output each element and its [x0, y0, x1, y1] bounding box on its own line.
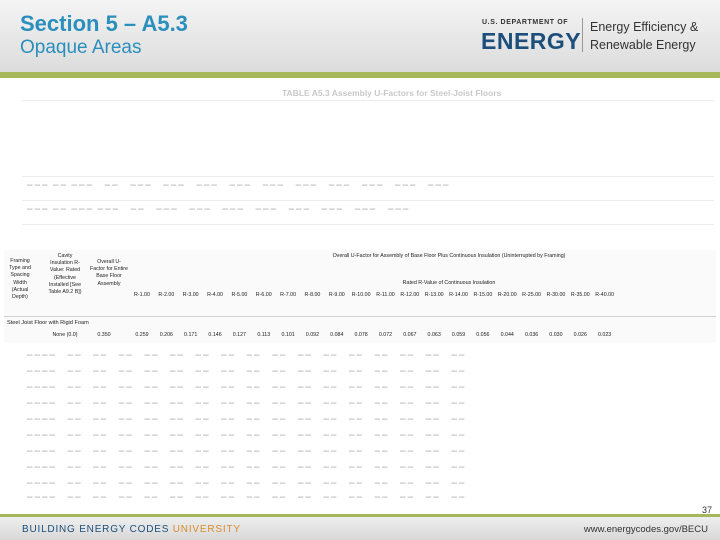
- row-value: 0.078: [354, 332, 368, 338]
- ghost-row: ▬▬▬▬ ▬▬ ▬▬ ▬▬ ▬▬ ▬▬ ▬▬ ▬▬ ▬▬ ▬▬ ▬▬ ▬▬ ▬▬…: [27, 432, 467, 438]
- u-factor-table: Framing Type and Spacing Width (Actual D…: [4, 250, 716, 343]
- footer-name-part1: BUILDING ENERGY CODES: [22, 524, 173, 535]
- col-header-r-value: R-13.00: [424, 292, 444, 298]
- row-value: 0.092: [305, 332, 320, 338]
- row-value: 0.146: [208, 332, 222, 338]
- ghost-row: ▬▬▬▬ ▬▬ ▬▬ ▬▬ ▬▬ ▬▬ ▬▬ ▬▬ ▬▬ ▬▬ ▬▬ ▬▬ ▬▬…: [27, 480, 467, 486]
- col-header-r-value: R-10.00: [351, 292, 371, 298]
- header-rule: [0, 72, 720, 78]
- footer-name-part2: UNIVERSITY: [172, 524, 241, 535]
- row-value: 0.044: [500, 332, 514, 338]
- table-row: None (0.0) 0.350 0.259 0.206 0.171 0.146 0.1…: [4, 331, 716, 340]
- col-header-r-value: R-9.00: [328, 292, 345, 298]
- row-value: 0.101: [281, 332, 295, 338]
- col-header-r-value: R-2.00: [158, 292, 175, 298]
- col-header-r-value: R-3.00: [182, 292, 199, 298]
- ghost-line: [22, 176, 714, 177]
- section-label: Steel Joist Floor with Rigid Foam: [7, 320, 89, 326]
- ghost-row: ▬▬▬▬ ▬▬ ▬▬ ▬▬ ▬▬ ▬▬ ▬▬ ▬▬ ▬▬ ▬▬ ▬▬ ▬▬ ▬▬…: [27, 494, 467, 500]
- ghost-line: [22, 224, 714, 225]
- ghost-row: ▬▬▬▬ ▬▬ ▬▬ ▬▬ ▬▬ ▬▬ ▬▬ ▬▬ ▬▬ ▬▬ ▬▬ ▬▬ ▬▬…: [27, 464, 467, 470]
- col-header-r-value: R-25.00: [522, 292, 542, 298]
- header-continuous-insulation: Overall U-Factor for Assembly of Base Fl…: [332, 253, 566, 259]
- row-value: 0.113: [257, 332, 271, 338]
- row-value: 0.084: [330, 332, 344, 338]
- ghost-row: ▬▬▬▬ ▬▬ ▬▬ ▬▬ ▬▬ ▬▬ ▬▬ ▬▬ ▬▬ ▬▬ ▬▬ ▬▬ ▬▬…: [27, 384, 467, 390]
- col-header-r-value: R-35.00: [570, 292, 590, 298]
- row-value: 0.036: [524, 332, 539, 338]
- col-header-r-value: R-14.00: [449, 292, 468, 298]
- col-header-r-value: R-8.00: [304, 292, 321, 298]
- header-rated-r-value: Rated R-Value of Continuous Insulation: [402, 280, 496, 286]
- col-header-r-value: R-4.00: [207, 292, 223, 298]
- col-header-r-value: R-11.00: [376, 292, 395, 298]
- col-header-r-value: R-20.00: [497, 292, 517, 298]
- ghost-row: ▬▬▬▬ ▬▬ ▬▬ ▬▬ ▬▬ ▬▬ ▬▬ ▬▬ ▬▬ ▬▬ ▬▬ ▬▬ ▬▬…: [27, 368, 467, 374]
- col-header-framing: Framing Type and Spacing Width (Actual D…: [9, 258, 31, 301]
- row-value: 0.259: [135, 332, 149, 338]
- logo-divider: [582, 18, 583, 52]
- col-header-r-value: R-1.00: [134, 292, 150, 298]
- eere-line2: Renewable Energy: [590, 38, 696, 52]
- row-value: 0.067: [403, 332, 417, 338]
- col-header-cavity: Cavity Insulation R-Value: Rated (Effect…: [48, 253, 82, 296]
- ghost-row: ▬▬▬ ▬▬ ▬▬▬ ▬▬▬ ▬▬ ▬▬▬ ▬▬▬ ▬▬▬ ▬▬▬ ▬▬▬ ▬▬…: [27, 206, 411, 212]
- col-header-r-value: R-12.00: [400, 292, 420, 298]
- row-value: 0.030: [549, 332, 563, 338]
- row-value: 0.072: [378, 332, 393, 338]
- footer-url: www.energycodes.gov/BECU: [583, 524, 708, 535]
- eere-line1: Energy Efficiency &: [590, 20, 699, 34]
- slide-subtitle: Opaque Areas: [20, 37, 142, 58]
- ghost-row: ▬▬▬▬ ▬▬ ▬▬ ▬▬ ▬▬ ▬▬ ▬▬ ▬▬ ▬▬ ▬▬ ▬▬ ▬▬ ▬▬…: [27, 416, 467, 422]
- ghost-row: ▬▬▬▬ ▬▬ ▬▬ ▬▬ ▬▬ ▬▬ ▬▬ ▬▬ ▬▬ ▬▬ ▬▬ ▬▬ ▬▬…: [27, 400, 467, 406]
- row-value: 0.059: [451, 332, 466, 338]
- faded-table-title: TABLE A5.3 Assembly U-Factors for Steel-…: [282, 88, 502, 98]
- row-value: 0.026: [573, 332, 587, 338]
- col-header-r-value: R-15.00: [473, 292, 493, 298]
- row-value: 0.171: [184, 332, 198, 338]
- doe-logo: U.S. DEPARTMENT OF ENERGY Energy Efficie…: [476, 14, 706, 56]
- row-value: 0.063: [427, 332, 441, 338]
- col-header-r-value: R-40.00: [595, 292, 615, 298]
- row-value: 0.127: [232, 332, 247, 338]
- col-header-r-value: R-7.00: [280, 292, 297, 298]
- row-value: 0.056: [476, 332, 490, 338]
- slide-header: Section 5 – A5.3 Opaque Areas U.S. DEPAR…: [0, 0, 720, 72]
- col-header-r-value: R-30.00: [546, 292, 566, 298]
- doe-energy-text: ENERGY: [481, 28, 582, 54]
- row-value: 0.023: [598, 332, 612, 338]
- ghost-row: ▬▬▬▬ ▬▬ ▬▬ ▬▬ ▬▬ ▬▬ ▬▬ ▬▬ ▬▬ ▬▬ ▬▬ ▬▬ ▬▬…: [27, 352, 467, 358]
- row-cavity: None (0.0): [52, 332, 78, 338]
- ghost-line: [22, 200, 714, 201]
- ghost-line: [22, 100, 714, 101]
- footer-program-name: BUILDING ENERGY CODES UNIVERSITY: [22, 524, 241, 535]
- row-overall: 0.350: [97, 332, 111, 338]
- col-header-overall: Overall U-Factor for Entire Base Floor A…: [90, 259, 128, 287]
- col-header-r-value: R-5.00: [231, 292, 248, 298]
- ghost-row: ▬▬▬▬ ▬▬ ▬▬ ▬▬ ▬▬ ▬▬ ▬▬ ▬▬ ▬▬ ▬▬ ▬▬ ▬▬ ▬▬…: [27, 448, 467, 454]
- doe-department-text: U.S. DEPARTMENT OF: [482, 19, 569, 26]
- table-rule: [4, 316, 716, 317]
- row-value: 0.206: [159, 332, 173, 338]
- slide-title: Section 5 – A5.3: [20, 11, 188, 36]
- ghost-row: ▬▬▬ ▬▬ ▬▬▬ ▬▬ ▬▬▬ ▬▬▬ ▬▬▬ ▬▬▬ ▬▬▬ ▬▬▬ ▬▬…: [27, 182, 451, 188]
- slide-footer: BUILDING ENERGY CODES UNIVERSITY www.ene…: [0, 517, 720, 540]
- col-header-r-value: R-6.00: [255, 292, 272, 298]
